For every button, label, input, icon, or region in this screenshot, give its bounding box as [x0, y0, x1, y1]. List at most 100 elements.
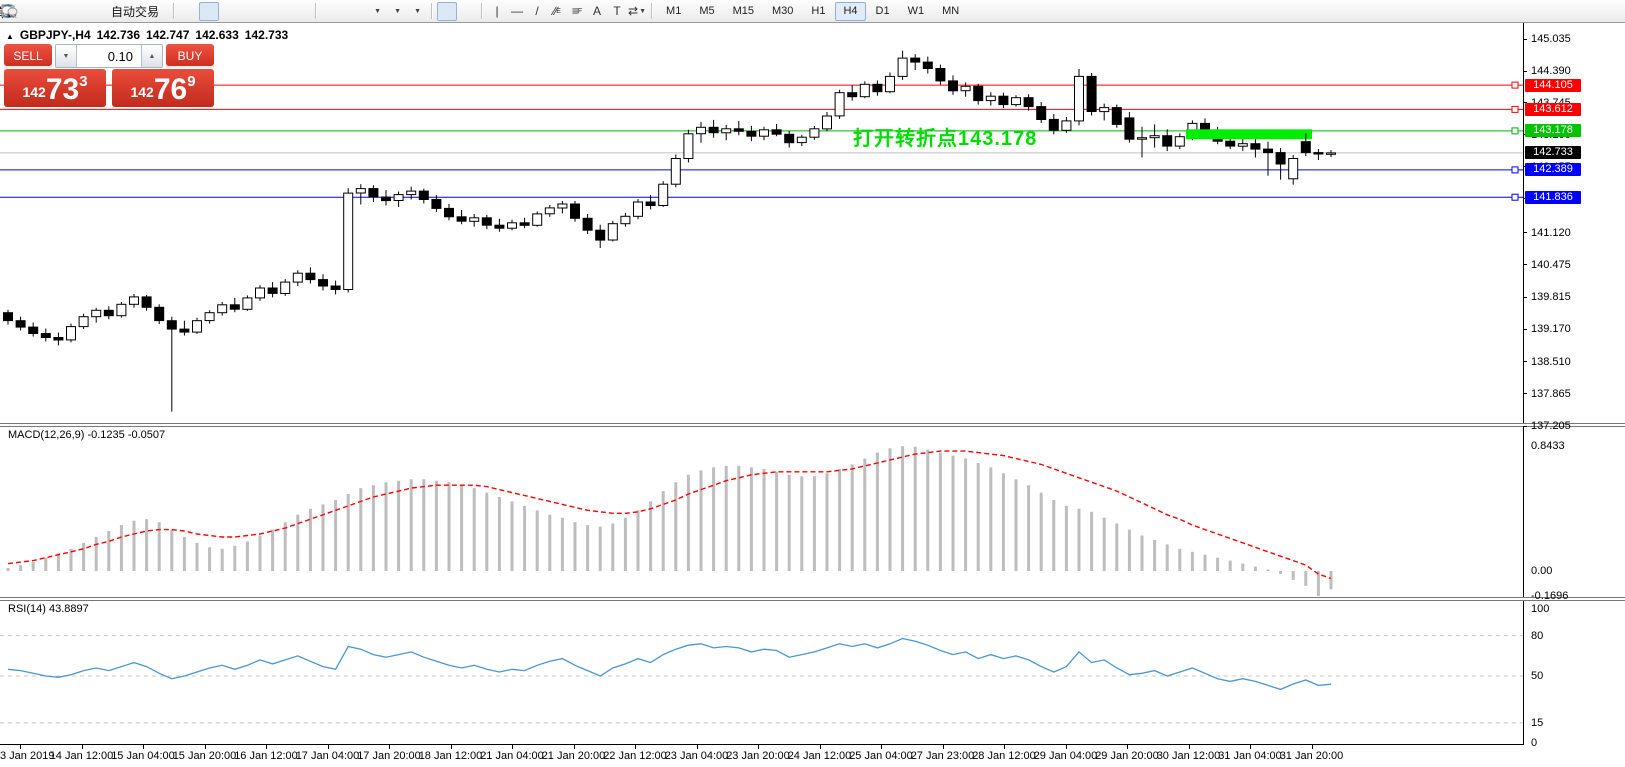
rsi-axis-label: 0: [1531, 737, 1537, 749]
sell-price-tile[interactable]: 142 73 3: [4, 69, 106, 107]
mt4-window: 单 自动交易: [0, 0, 1625, 767]
chart-candles-button[interactable]: [199, 2, 219, 21]
chart-text-annotation[interactable]: 打开转折点143.178: [853, 122, 1037, 151]
text-button[interactable]: A: [587, 2, 607, 21]
auto-scroll-button[interactable]: [321, 2, 341, 21]
line-drag-handle[interactable]: [1512, 167, 1518, 173]
price-line-label[interactable]: 141.836: [1525, 191, 1581, 204]
text-label-button[interactable]: T: [607, 2, 627, 21]
time-tick-mark: [1312, 745, 1313, 749]
symbol-name: GBPJPY-,H4: [20, 28, 91, 42]
signals-button[interactable]: [77, 2, 97, 21]
time-tick-mark: [143, 745, 144, 749]
line-drag-handle[interactable]: [1512, 82, 1518, 88]
highlight-band[interactable]: [1186, 129, 1312, 139]
candle: [104, 310, 113, 315]
price-line-label[interactable]: 142.733: [1525, 146, 1581, 159]
time-tick-mark: [205, 745, 206, 749]
periods-button[interactable]: ▼: [387, 2, 407, 21]
time-axis[interactable]: 3 Jan 201914 Jan 12:0015 Jan 04:0015 Jan…: [0, 745, 1523, 767]
chart-shift-button[interactable]: [341, 2, 361, 21]
chart-bars-button[interactable]: [179, 2, 199, 21]
timeframe-m30-button[interactable]: M30: [764, 2, 801, 21]
candle: [659, 184, 668, 205]
horizontal-line-button[interactable]: —: [507, 2, 527, 21]
autotrading-button[interactable]: 自动交易: [105, 2, 163, 21]
time-tick-mark: [1066, 745, 1067, 749]
timeframe-w1-button[interactable]: W1: [900, 2, 933, 21]
new-order-button[interactable]: [21, 2, 41, 21]
fibonacci-retracement-button[interactable]: ≡F: [567, 2, 587, 21]
crosshair-button[interactable]: [457, 2, 477, 21]
candle: [999, 96, 1008, 104]
sell-button[interactable]: SELL: [4, 44, 52, 68]
zoom-in-button[interactable]: [247, 2, 267, 21]
macd-pane[interactable]: [0, 427, 1523, 597]
trendline-button[interactable]: /: [527, 2, 547, 21]
candle: [974, 86, 983, 100]
buy-price-tile[interactable]: 142 76 9: [112, 69, 214, 107]
candle: [760, 130, 769, 136]
candle: [41, 334, 50, 338]
time-axis-label: 23 Jan 04:00: [665, 750, 729, 762]
collapse-panel-icon[interactable]: ▲: [6, 32, 14, 41]
candle: [16, 321, 25, 327]
candle: [407, 191, 416, 195]
volume-increase-button[interactable]: ▲: [141, 45, 162, 67]
price-line-label[interactable]: 143.178: [1525, 124, 1581, 137]
timeframe-h4-button[interactable]: H4: [835, 2, 865, 21]
search-button[interactable]: [1575, 2, 1595, 21]
time-axis-label: 18 Jan 12:00: [419, 750, 483, 762]
candle: [1226, 141, 1235, 146]
candle: [142, 297, 151, 307]
line-drag-handle[interactable]: [1512, 128, 1518, 134]
price-line-label[interactable]: 142.389: [1525, 163, 1581, 176]
vertical-line-button[interactable]: |: [487, 2, 507, 21]
volume-decrease-button[interactable]: ▼: [56, 45, 77, 67]
price-line-label[interactable]: 144.105: [1525, 79, 1581, 92]
price-line-label[interactable]: 143.612: [1525, 103, 1581, 116]
candle: [482, 218, 491, 225]
timeframe-h1-button[interactable]: H1: [803, 2, 833, 21]
dropdown-arrow-icon: ▼: [639, 8, 646, 15]
pane-splitter[interactable]: [0, 423, 1625, 427]
market-watch-button[interactable]: [49, 2, 69, 21]
cursor-button[interactable]: [437, 2, 457, 21]
indicators-button[interactable]: ▼: [367, 2, 387, 21]
price-axis[interactable]: 145.035144.390143.745143.100142.455141.8…: [1523, 22, 1625, 745]
line-drag-handle[interactable]: [1512, 194, 1518, 200]
rsi-pane[interactable]: [0, 601, 1523, 744]
tile-windows-button[interactable]: [291, 2, 311, 21]
candle: [797, 137, 806, 142]
candle: [167, 321, 176, 329]
chart-line-button[interactable]: [219, 2, 239, 21]
arrows-button[interactable]: ⇄▼: [627, 2, 647, 21]
macd-signal-line: [8, 451, 1331, 578]
chat-button[interactable]: [1595, 2, 1615, 21]
candle: [1138, 138, 1147, 140]
macd-axis-label: 0.8433: [1531, 440, 1565, 452]
main-chart-pane[interactable]: [0, 22, 1523, 423]
candle: [1049, 119, 1058, 130]
buy-button[interactable]: BUY: [166, 44, 214, 68]
candle: [445, 208, 454, 216]
time-axis-label: 25 Jan 04:00: [849, 750, 913, 762]
tool-sub-label: E: [556, 8, 561, 15]
timeframe-m5-button[interactable]: M5: [691, 2, 722, 21]
equidistant-channel-button[interactable]: ∕∕E: [547, 2, 567, 21]
volume-input[interactable]: 0.10: [77, 45, 141, 67]
time-tick-mark: [1189, 745, 1190, 749]
time-axis-label: 15 Jan 20:00: [173, 750, 237, 762]
templates-button[interactable]: ▼: [407, 2, 427, 21]
line-drag-handle[interactable]: [1512, 106, 1518, 112]
candle: [634, 202, 643, 216]
time-tick-mark: [20, 745, 21, 749]
pane-splitter[interactable]: [0, 597, 1625, 601]
timeframe-m1-button[interactable]: M1: [658, 2, 689, 21]
timeframe-mn-button[interactable]: MN: [934, 2, 967, 21]
timeframe-m15-button[interactable]: M15: [725, 2, 762, 21]
timeframe-d1-button[interactable]: D1: [868, 2, 898, 21]
symbol-header: ▲ GBPJPY-,H4 142.736 142.747 142.633 142…: [6, 28, 288, 42]
zoom-out-button[interactable]: [267, 2, 287, 21]
price-tick-label: 138.510: [1531, 356, 1571, 368]
